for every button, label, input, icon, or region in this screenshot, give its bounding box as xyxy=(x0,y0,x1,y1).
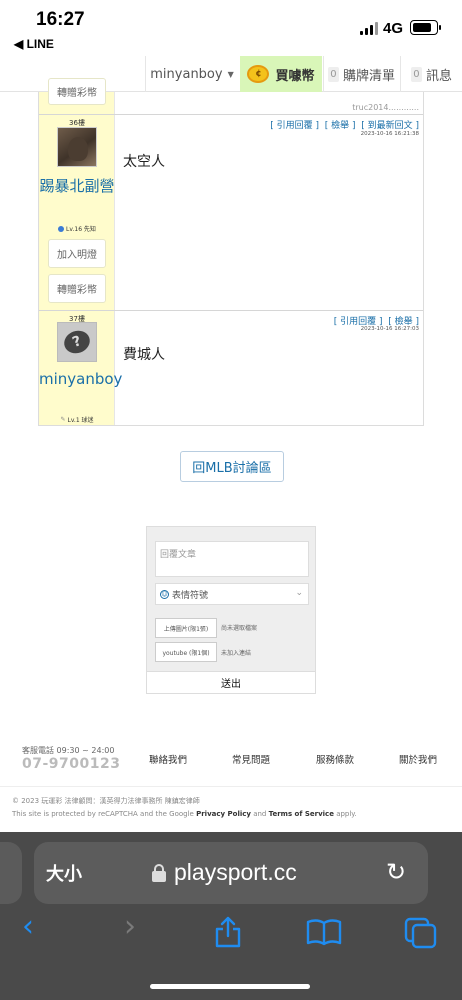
post-author-name[interactable]: minyanboy xyxy=(39,369,122,390)
previous-post-sidebar: 轉贈彩幣 xyxy=(39,78,115,114)
level-pen-icon: ✎ xyxy=(60,416,66,423)
previous-signature: truc2014............ xyxy=(352,103,419,112)
coin-icon: ¢ xyxy=(247,65,270,83)
battery-level xyxy=(413,23,432,32)
post-actions: [ 引用回覆 ] [ 檢舉 ] [ 到最新回文 ] xyxy=(270,118,419,131)
address-bar[interactable]: 大小 playsport.cc ↻ xyxy=(34,842,428,904)
quote-reply-link[interactable]: [ 引用回覆 ] xyxy=(270,121,319,131)
previous-tab-preview[interactable] xyxy=(0,842,22,904)
recaptcha-prefix: This site is protected by reCAPTCHA and … xyxy=(12,810,194,818)
post-body: 費城人 xyxy=(123,347,165,363)
support-phone: 07-9700123 xyxy=(22,756,121,772)
send-button[interactable]: 送出 xyxy=(147,671,315,693)
reply-textarea[interactable]: 回覆文章 xyxy=(155,541,309,577)
support-hours: 客服電話 09:30 ~ 24:00 xyxy=(22,746,115,755)
messages-label: 訊息 xyxy=(425,68,452,84)
back-to-forum-button[interactable]: 回MLB討論區 xyxy=(180,451,284,482)
bookmarks-icon[interactable] xyxy=(306,918,342,952)
privacy-policy-link[interactable]: Privacy Policy xyxy=(196,810,251,818)
network-type: 4G xyxy=(383,20,404,37)
terms-link[interactable]: 服務條款 xyxy=(316,752,354,766)
safari-toolbar: 大小 playsport.cc ↻ ‹ › xyxy=(0,832,462,1000)
youtube-status: 未加入連結 xyxy=(221,650,252,657)
user-level-label: Lv.1 球迷 xyxy=(67,417,94,424)
previous-gift-coins-button[interactable]: 轉贈彩幣 xyxy=(48,78,106,105)
status-bar: 16:27 ◀ LINE 4G xyxy=(0,0,462,56)
status-time: 16:27 xyxy=(36,9,85,30)
post-timestamp: 2023-10-16 16:27:03 xyxy=(360,326,419,332)
user-menu[interactable]: minyanboy ▼ xyxy=(145,56,238,92)
cart-label: 購牌清單 xyxy=(342,68,395,84)
back-to-line-link[interactable]: ◀ LINE xyxy=(14,37,54,51)
user-level: Lv.16 先知 xyxy=(39,224,115,233)
emoji-select-label: 表情符號 xyxy=(172,590,209,601)
posts-table: 轉贈彩幣 truc2014............ 36樓 踢暴北副營 Lv.1… xyxy=(38,78,424,426)
post-timestamp: 2023-10-16 16:21:38 xyxy=(360,131,419,137)
message-count: 0 xyxy=(410,66,422,82)
level-badge-icon xyxy=(58,225,65,232)
tabs-icon[interactable] xyxy=(404,917,438,955)
buy-coins-label: 買噱幣 xyxy=(275,68,315,84)
emoji-select[interactable]: ☺ 表情符號 ⌄ xyxy=(155,583,309,605)
signal-icon xyxy=(360,22,378,35)
gift-coins-button[interactable]: 轉贈彩幣 xyxy=(48,274,106,303)
recaptcha-notice: This site is protected by reCAPTCHA and … xyxy=(12,810,357,818)
cart-link[interactable]: 0 購牌清單 xyxy=(323,56,399,92)
post-body: 太空人 xyxy=(123,154,165,170)
about-link[interactable]: 關於我們 xyxy=(399,752,437,766)
reload-icon[interactable]: ↻ xyxy=(386,858,406,886)
battery-icon xyxy=(410,20,441,35)
lock-icon xyxy=(152,864,166,882)
youtube-link-button[interactable]: youtube (限1個) xyxy=(155,642,217,662)
default-avatar-icon: ? xyxy=(61,327,93,357)
text-size-button[interactable]: 大小 xyxy=(46,860,82,886)
cart-count: 0 xyxy=(327,66,339,82)
upload-image-button[interactable]: 上傳圖片(限1張) xyxy=(155,618,217,638)
forward-arrow-icon[interactable]: › xyxy=(124,912,136,942)
faq-link[interactable]: 常見問題 xyxy=(232,752,270,766)
post-36-content: [ 引用回覆 ] [ 檢舉 ] [ 到最新回文 ] 2023-10-16 16:… xyxy=(116,115,423,310)
recaptcha-apply: apply. xyxy=(336,810,357,818)
avatar[interactable]: ? xyxy=(57,322,97,362)
user-level: ✎ Lv.1 球迷 xyxy=(39,415,115,424)
post-36-sidebar: 36樓 踢暴北副營 Lv.16 先知 加入明燈 轉贈彩幣 xyxy=(39,115,115,310)
avatar[interactable] xyxy=(57,127,97,167)
upload-status: 尚未選取檔案 xyxy=(221,625,258,632)
post-author-name[interactable]: 踢暴北副營 xyxy=(39,176,115,197)
caret-down-icon: ▼ xyxy=(227,69,234,79)
footer-divider xyxy=(0,786,462,787)
contact-link[interactable]: 聯絡我們 xyxy=(149,752,187,766)
terms-of-service-link[interactable]: Terms of Service xyxy=(269,810,334,818)
messages-link[interactable]: 0 訊息 xyxy=(400,56,462,92)
report-link[interactable]: [ 檢舉 ] xyxy=(325,121,356,131)
username-label: minyanboy xyxy=(150,66,223,82)
post-37-content: [ 引用回覆 ] [ 檢舉 ] 2023-10-16 16:27:03 費城人 xyxy=(116,311,423,425)
post-37-sidebar: 37樓 ? minyanboy ✎ Lv.1 球迷 xyxy=(39,311,122,425)
reply-form: 回覆文章 ☺ 表情符號 ⌄ 上傳圖片(限1張) 尚未選取檔案 youtube (… xyxy=(146,526,316,694)
user-level-label: Lv.16 先知 xyxy=(66,226,96,233)
back-arrow-icon[interactable]: ‹ xyxy=(22,912,34,942)
home-indicator xyxy=(150,984,310,989)
copyright: © 2023 玩運彩 法律顧問：漢英得力法律事務所 陳鎮宏律師 xyxy=(12,797,200,805)
recaptcha-and: and xyxy=(253,810,267,818)
buy-coins-button[interactable]: ¢ 買噱幣 xyxy=(240,56,322,92)
latest-reply-link[interactable]: [ 到最新回文 ] xyxy=(361,121,419,131)
chevron-down-icon: ⌄ xyxy=(295,588,303,598)
url-domain: playsport.cc xyxy=(174,859,297,885)
smile-icon: ☺ xyxy=(160,589,169,599)
share-icon[interactable] xyxy=(213,916,243,954)
previous-post-content: truc2014............ xyxy=(116,92,423,114)
add-follow-button[interactable]: 加入明燈 xyxy=(48,239,106,268)
